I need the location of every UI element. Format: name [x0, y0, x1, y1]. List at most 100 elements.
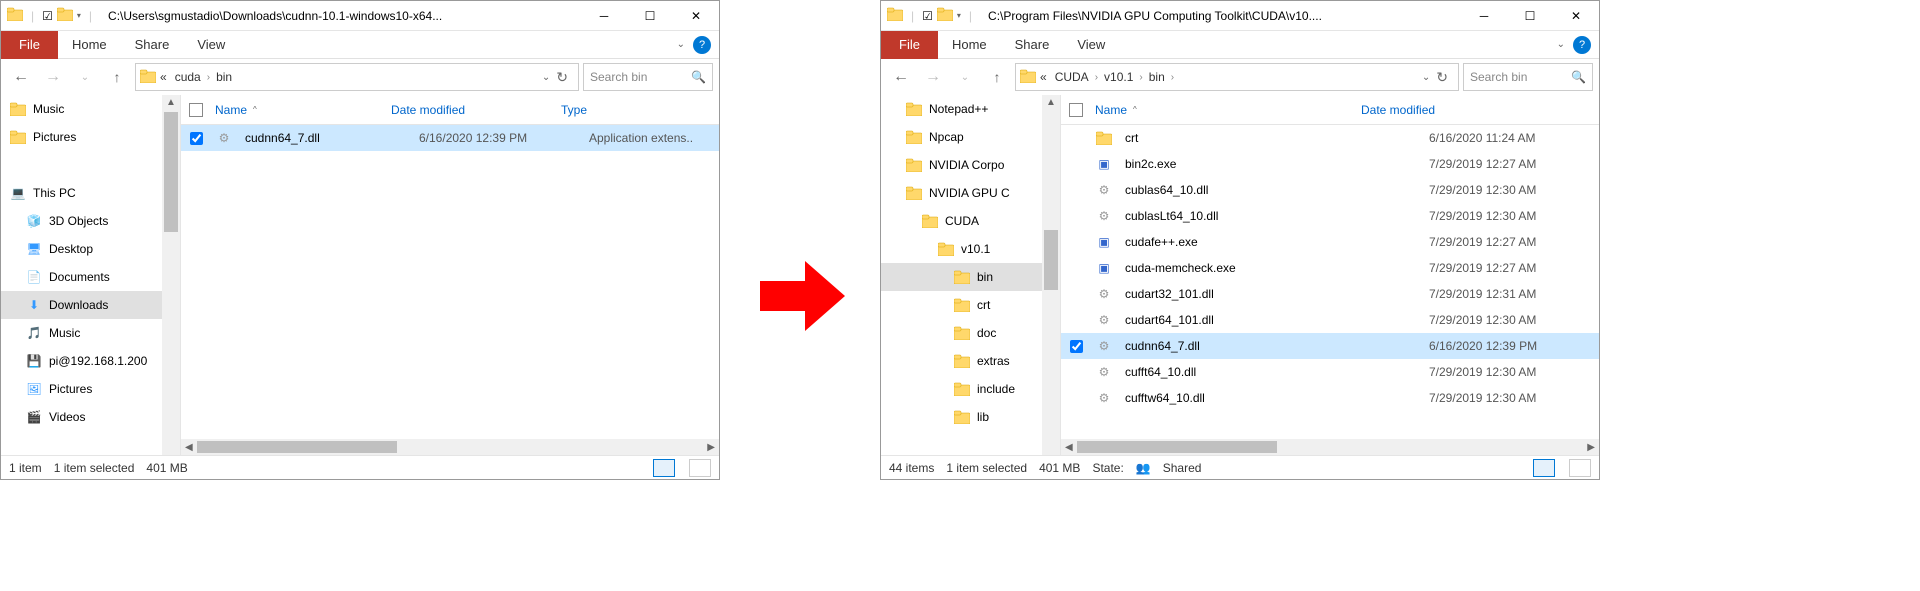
- view-tab[interactable]: View: [1063, 31, 1119, 59]
- address-bar[interactable]: « CUDA › v10.1 › bin › ⌄ ↻: [1015, 63, 1459, 91]
- scroll-up-icon[interactable]: ▲: [1046, 95, 1056, 110]
- tree-item[interactable]: 🎵Music: [1, 319, 162, 347]
- file-row[interactable]: ⚙cudnn64_7.dll6/16/2020 12:39 PMApplicat…: [181, 125, 719, 151]
- tree-item[interactable]: Npcap: [881, 123, 1042, 151]
- tree-item[interactable]: 🎬Videos: [1, 403, 162, 431]
- chevron-right-icon[interactable]: ›: [1093, 72, 1100, 83]
- view-tab[interactable]: View: [183, 31, 239, 59]
- history-dropdown[interactable]: ⌄: [71, 63, 99, 91]
- column-type[interactable]: Type: [561, 103, 691, 117]
- close-button[interactable]: ✕: [1553, 1, 1599, 31]
- chevron-right-icon[interactable]: ›: [205, 72, 212, 83]
- file-row[interactable]: ▣cudafe++.exe7/29/2019 12:27 AM: [1061, 229, 1599, 255]
- history-dropdown[interactable]: ⌄: [951, 63, 979, 91]
- file-tab[interactable]: File: [881, 31, 938, 59]
- back-button[interactable]: ←: [887, 63, 915, 91]
- home-tab[interactable]: Home: [938, 31, 1001, 59]
- details-view-button[interactable]: [653, 459, 675, 477]
- forward-button[interactable]: →: [39, 63, 67, 91]
- tree-item[interactable]: 💾pi@192.168.1.200: [1, 347, 162, 375]
- row-checkbox[interactable]: [190, 132, 203, 145]
- tree-item[interactable]: include: [881, 375, 1042, 403]
- breadcrumb-seg[interactable]: bin: [1145, 70, 1169, 84]
- breadcrumb-seg[interactable]: cuda: [171, 70, 205, 84]
- scrollbar-vertical[interactable]: ▲: [162, 95, 180, 455]
- file-row[interactable]: ⚙cublasLt64_10.dll7/29/2019 12:30 AM: [1061, 203, 1599, 229]
- up-button[interactable]: ↑: [983, 63, 1011, 91]
- dropdown-icon[interactable]: ⌄: [542, 72, 550, 83]
- scroll-right-icon[interactable]: ▶: [1583, 442, 1599, 453]
- tree-item[interactable]: 💻This PC: [1, 179, 162, 207]
- file-row[interactable]: ⚙cudart32_101.dll7/29/2019 12:31 AM: [1061, 281, 1599, 307]
- tree-item[interactable]: bin: [881, 263, 1042, 291]
- tree-item[interactable]: v10.1: [881, 235, 1042, 263]
- scrollbar-horizontal[interactable]: ◀ ▶: [181, 439, 719, 455]
- file-row[interactable]: ⚙cublas64_10.dll7/29/2019 12:30 AM: [1061, 177, 1599, 203]
- chevron-right-icon[interactable]: ›: [1169, 72, 1176, 83]
- file-tab[interactable]: File: [1, 31, 58, 59]
- nav-tree[interactable]: MusicPictures 💻This PC🧊3D Objects🖥Desktop…: [1, 95, 181, 455]
- column-headers[interactable]: Name^ Date modified Type: [181, 95, 719, 125]
- share-tab[interactable]: Share: [1001, 31, 1064, 59]
- select-all-checkbox[interactable]: [189, 103, 203, 117]
- breadcrumb-seg[interactable]: «: [1036, 70, 1051, 84]
- breadcrumb-seg[interactable]: «: [156, 70, 171, 84]
- file-row[interactable]: ⚙cudnn64_7.dll6/16/2020 12:39 PM: [1061, 333, 1599, 359]
- tree-item[interactable]: crt: [881, 291, 1042, 319]
- tree-item[interactable]: [1, 151, 162, 179]
- chevron-down-icon[interactable]: ⌄: [677, 39, 685, 50]
- refresh-icon[interactable]: ↻: [550, 69, 574, 86]
- scrollbar-vertical[interactable]: ▲: [1042, 95, 1060, 455]
- share-tab[interactable]: Share: [121, 31, 184, 59]
- help-icon[interactable]: ?: [693, 36, 711, 54]
- dropdown-icon[interactable]: ⌄: [1422, 72, 1430, 83]
- maximize-button[interactable]: ☐: [627, 1, 673, 31]
- titlebar[interactable]: | ☑ ▾ | C:\Program Files\NVIDIA GPU Comp…: [881, 1, 1599, 31]
- details-view-button[interactable]: [1533, 459, 1555, 477]
- column-date[interactable]: Date modified: [391, 103, 561, 117]
- row-checkbox[interactable]: [1070, 340, 1083, 353]
- refresh-icon[interactable]: ↻: [1430, 69, 1454, 86]
- home-tab[interactable]: Home: [58, 31, 121, 59]
- scroll-right-icon[interactable]: ▶: [703, 442, 719, 453]
- close-button[interactable]: ✕: [673, 1, 719, 31]
- file-row[interactable]: ▣cuda-memcheck.exe7/29/2019 12:27 AM: [1061, 255, 1599, 281]
- scroll-thumb[interactable]: [197, 441, 397, 453]
- scroll-thumb[interactable]: [1077, 441, 1277, 453]
- address-bar[interactable]: « cuda › bin ⌄ ↻: [135, 63, 579, 91]
- tree-item[interactable]: NVIDIA GPU C: [881, 179, 1042, 207]
- column-name[interactable]: Name^: [1091, 103, 1361, 117]
- scroll-thumb[interactable]: [164, 112, 178, 232]
- tree-item[interactable]: 🧊3D Objects: [1, 207, 162, 235]
- select-all-checkbox[interactable]: [1069, 103, 1083, 117]
- checkbox-icon[interactable]: ☑: [42, 9, 53, 23]
- nav-tree[interactable]: Notepad++NpcapNVIDIA CorpoNVIDIA GPU CCU…: [881, 95, 1061, 455]
- tree-item[interactable]: NVIDIA Corpo: [881, 151, 1042, 179]
- tree-item[interactable]: 🖥Desktop: [1, 235, 162, 263]
- file-row[interactable]: ▣bin2c.exe7/29/2019 12:27 AM: [1061, 151, 1599, 177]
- file-row[interactable]: crt6/16/2020 11:24 AM: [1061, 125, 1599, 151]
- minimize-button[interactable]: ─: [1461, 1, 1507, 31]
- column-date[interactable]: Date modified: [1361, 103, 1531, 117]
- breadcrumb-seg[interactable]: bin: [212, 70, 236, 84]
- tree-item[interactable]: extras: [881, 347, 1042, 375]
- column-name[interactable]: Name^: [211, 103, 391, 117]
- tree-item[interactable]: Pictures: [1, 123, 162, 151]
- up-button[interactable]: ↑: [103, 63, 131, 91]
- file-row[interactable]: ⚙cufft64_10.dll7/29/2019 12:30 AM: [1061, 359, 1599, 385]
- column-headers[interactable]: Name^ Date modified: [1061, 95, 1599, 125]
- tree-item[interactable]: doc: [881, 319, 1042, 347]
- tree-item[interactable]: Music: [1, 95, 162, 123]
- breadcrumb-seg[interactable]: v10.1: [1100, 70, 1137, 84]
- tree-item[interactable]: ⬇Downloads: [1, 291, 162, 319]
- help-icon[interactable]: ?: [1573, 36, 1591, 54]
- tree-item[interactable]: 📄Documents: [1, 263, 162, 291]
- file-row[interactable]: ⚙cufftw64_10.dll7/29/2019 12:30 AM: [1061, 385, 1599, 411]
- forward-button[interactable]: →: [919, 63, 947, 91]
- icons-view-button[interactable]: [1569, 459, 1591, 477]
- scrollbar-horizontal[interactable]: ◀ ▶: [1061, 439, 1599, 455]
- tree-item[interactable]: 🖼Pictures: [1, 375, 162, 403]
- search-icon[interactable]: 🔍: [691, 70, 706, 84]
- dropdown-icon[interactable]: ▾: [77, 11, 81, 20]
- search-input[interactable]: Search bin 🔍: [1463, 63, 1593, 91]
